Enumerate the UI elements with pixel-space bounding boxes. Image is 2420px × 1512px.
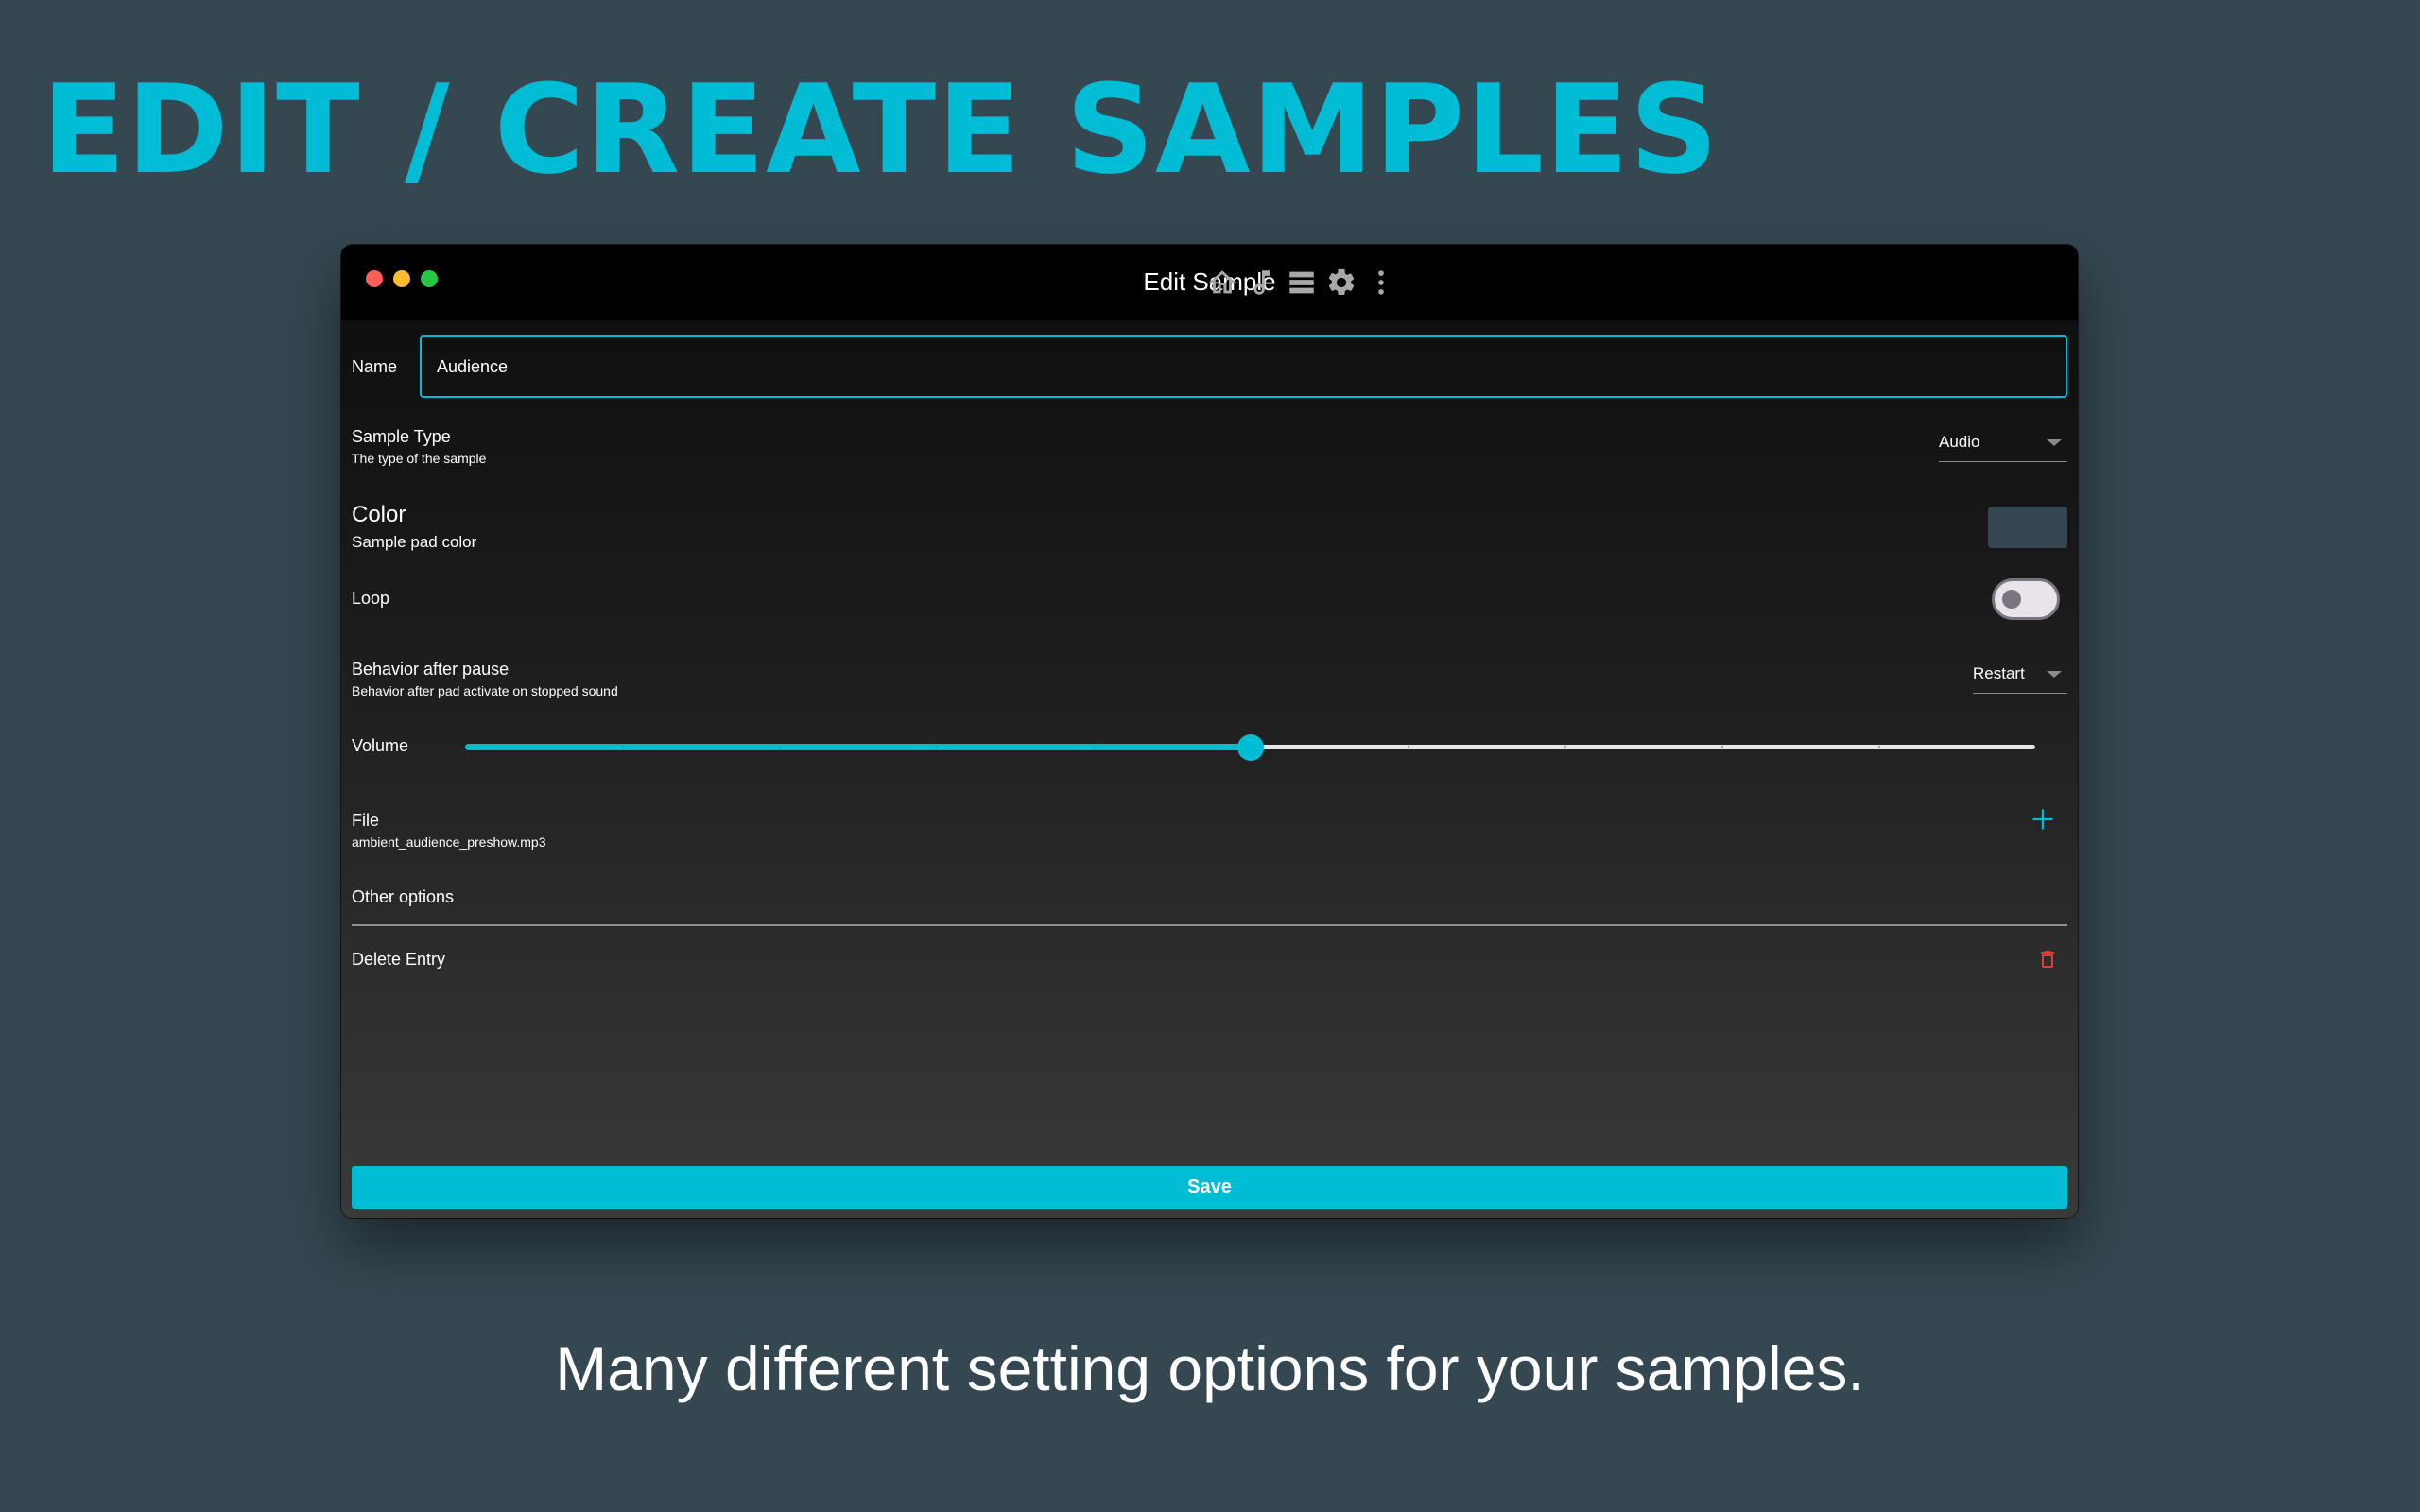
list-icon[interactable]	[1281, 262, 1322, 303]
name-input[interactable]	[420, 335, 2067, 398]
behavior-value: Restart	[1973, 664, 2025, 682]
slider-tick	[779, 746, 781, 748]
promo-headline: EDIT / CREATE SAMPLES	[42, 58, 1720, 201]
sample-type-select[interactable]: Audio	[1939, 424, 2067, 462]
color-description: Sample pad color	[352, 533, 477, 551]
slider-fill	[465, 744, 1251, 750]
sample-type-value: Audio	[1939, 433, 1980, 451]
behavior-description: Behavior after pad activate on stopped s…	[352, 683, 618, 698]
toggle-knob	[2002, 590, 2021, 609]
color-picker-swatch[interactable]	[1988, 507, 2067, 548]
trash-icon[interactable]	[2034, 943, 2061, 975]
app-window: Edit Sample Name Sample Type The type of…	[341, 245, 2078, 1218]
chevron-down-icon	[2047, 671, 2062, 678]
add-file-icon[interactable]	[2026, 802, 2060, 836]
file-label: File	[352, 811, 380, 830]
promo-tagline: Many different setting options for your …	[555, 1333, 1865, 1403]
behavior-label: Behavior after pause	[352, 660, 510, 679]
slider-tick	[1878, 746, 1880, 748]
volume-label: Volume	[352, 736, 409, 755]
slider-thumb[interactable]	[1237, 734, 1264, 761]
delete-entry-label[interactable]: Delete Entry	[352, 948, 445, 971]
divider	[352, 924, 2067, 926]
title-bar: Edit Sample	[341, 245, 2078, 320]
slider-tick	[936, 746, 938, 748]
loop-label: Loop	[352, 589, 390, 608]
sample-type-label: Sample Type	[352, 427, 451, 446]
volume-slider[interactable]	[465, 730, 2035, 764]
gear-icon[interactable]	[1321, 262, 1362, 303]
slider-tick	[1564, 746, 1566, 748]
chevron-down-icon	[2047, 439, 2062, 446]
home-icon[interactable]	[1201, 262, 1243, 303]
slider-tick	[1408, 746, 1409, 748]
slider-tick	[1093, 746, 1095, 748]
sample-type-description: The type of the sample	[352, 451, 487, 466]
slider-tick	[1721, 746, 1723, 748]
save-button[interactable]: Save	[352, 1166, 2067, 1209]
other-options-label[interactable]: Other options	[352, 885, 454, 908]
loop-toggle[interactable]	[1992, 578, 2060, 620]
music-note-icon[interactable]	[1241, 262, 1283, 303]
color-label: Color	[352, 502, 406, 527]
behavior-select[interactable]: Restart	[1973, 656, 2067, 694]
slider-tick	[622, 746, 624, 748]
name-label: Name	[352, 357, 398, 376]
file-name: ambient_audience_preshow.mp3	[352, 834, 546, 850]
more-vertical-icon[interactable]	[1360, 262, 1402, 303]
